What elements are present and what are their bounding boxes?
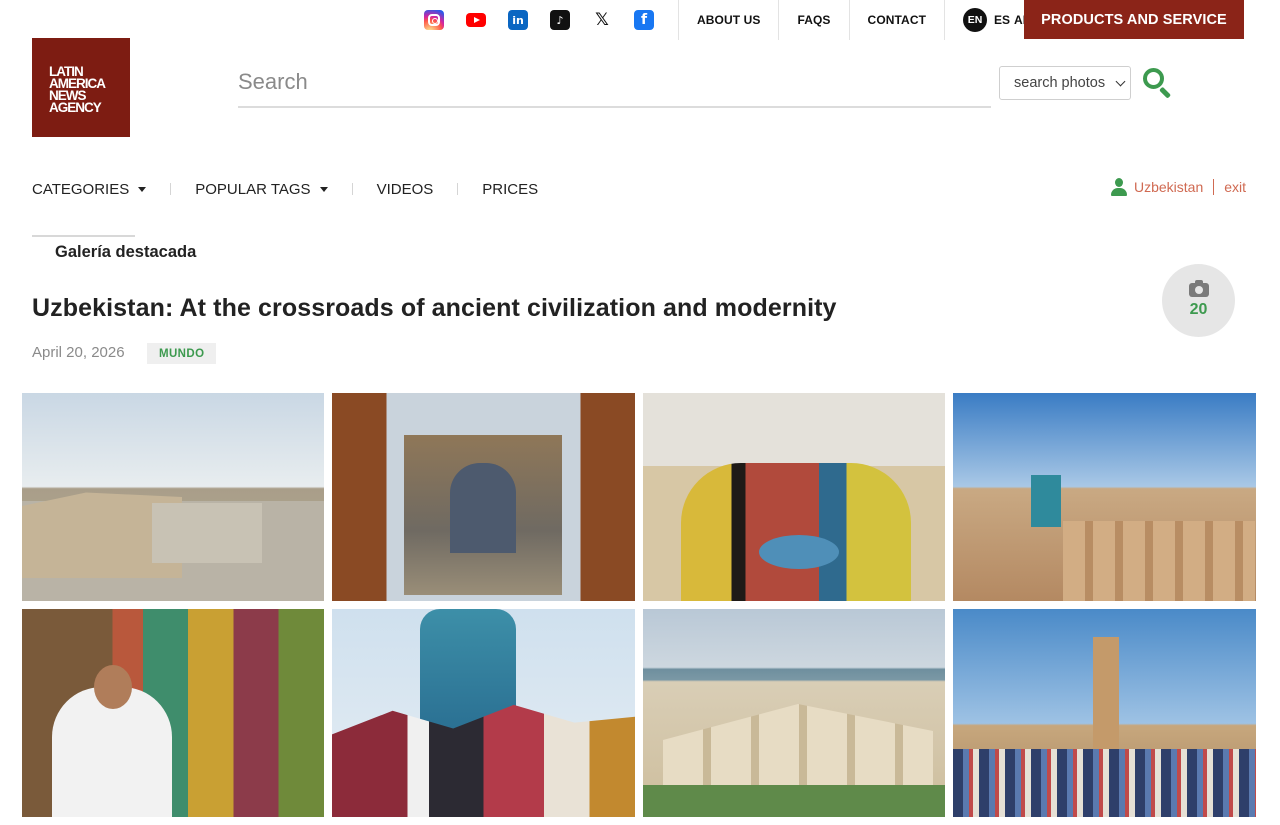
photo-count-badge: 20 (1162, 264, 1235, 337)
featured-tab-indicator (32, 235, 135, 237)
nav-categories-label: CATEGORIES (32, 180, 130, 198)
user-name-link[interactable]: Uzbekistan (1134, 179, 1203, 195)
faqs-link[interactable]: FAQS (779, 0, 848, 40)
divider (1213, 179, 1215, 195)
youtube-icon[interactable] (466, 10, 486, 30)
featured-gallery-label: Galería destacada (55, 243, 197, 261)
nav-videos[interactable]: VIDEOS (377, 181, 434, 198)
gallery-photo[interactable] (22, 393, 324, 601)
products-and-service-button[interactable]: PRODUCTS AND SERVICE (1024, 0, 1244, 39)
chevron-down-icon (1115, 76, 1126, 87)
search-bar (238, 60, 991, 108)
gallery-title: Uzbekistan: At the crossroads of ancient… (32, 294, 837, 322)
about-us-link[interactable]: ABOUT US (679, 0, 778, 40)
search-button[interactable] (1141, 66, 1175, 100)
gallery-photo[interactable] (332, 393, 635, 601)
top-nav: ABOUT US FAQS CONTACT EN ES AR (678, 0, 1047, 40)
tiktok-icon[interactable]: ♪ (550, 10, 570, 30)
language-en-current[interactable]: EN (963, 8, 988, 32)
language-es-link[interactable]: ES (994, 13, 1010, 27)
divider (457, 183, 459, 195)
nav-popular-tags-label: POPULAR TAGS (195, 180, 311, 198)
camera-icon (1188, 279, 1209, 297)
logo-text-line: AGENCY (49, 100, 102, 115)
top-bar: in ♪ 𝕏 f ABOUT US FAQS CONTACT EN ES AR … (0, 0, 1280, 40)
divider (351, 183, 353, 195)
search-input[interactable] (238, 60, 991, 104)
social-links: in ♪ 𝕏 f (424, 10, 676, 30)
user-icon (1110, 178, 1128, 196)
search-icon (1143, 68, 1164, 89)
caret-down-icon (138, 186, 147, 192)
x-icon[interactable]: 𝕏 (592, 10, 612, 30)
user-area: Uzbekistan exit (1110, 178, 1246, 196)
instagram-icon[interactable] (424, 10, 444, 30)
divider (170, 183, 172, 195)
gallery-photo[interactable] (643, 609, 945, 817)
gallery-photo[interactable] (953, 393, 1256, 601)
gallery-photo[interactable] (643, 393, 945, 601)
search-icon-handle (1159, 86, 1172, 99)
main-nav: CATEGORIES POPULAR TAGS VIDEOS PRICES (32, 176, 538, 202)
contact-link[interactable]: CONTACT (850, 0, 944, 40)
nav-popular-tags[interactable]: POPULAR TAGS (195, 180, 328, 198)
caret-down-icon (319, 186, 328, 192)
search-type-select[interactable]: search photos (999, 66, 1131, 100)
gallery-photo[interactable] (332, 609, 635, 817)
facebook-icon[interactable]: f (634, 10, 654, 30)
site-logo[interactable]: LATIN AMERICA NEWS AGENCY (32, 38, 130, 137)
gallery-date: April 20, 2026 (32, 344, 125, 361)
gallery-photo[interactable] (22, 609, 324, 817)
search-type-value: search photos (1014, 75, 1106, 91)
linkedin-icon[interactable]: in (508, 10, 528, 30)
nav-prices[interactable]: PRICES (482, 181, 538, 198)
exit-link[interactable]: exit (1224, 179, 1246, 195)
photo-grid (22, 393, 1256, 817)
category-tag[interactable]: MUNDO (147, 343, 217, 364)
gallery-photo[interactable] (953, 609, 1256, 817)
photo-count: 20 (1189, 300, 1208, 318)
nav-categories[interactable]: CATEGORIES (32, 180, 147, 198)
